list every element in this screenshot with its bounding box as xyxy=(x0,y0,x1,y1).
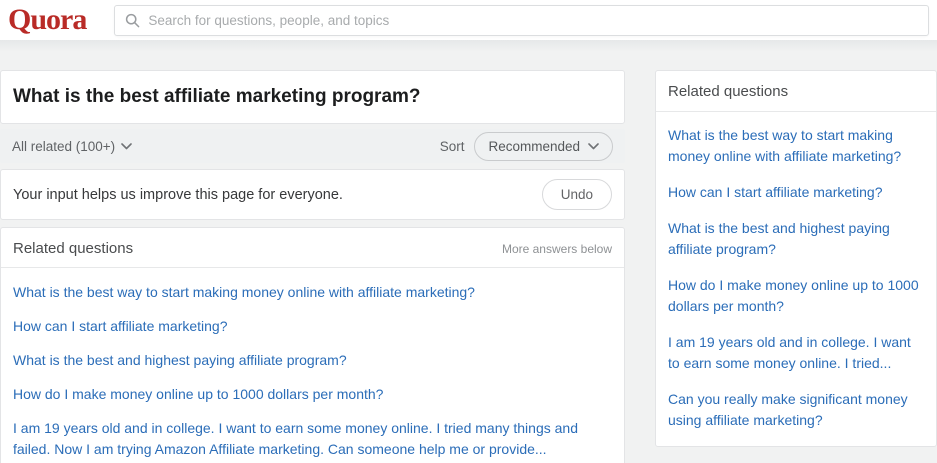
related-question-link[interactable]: I am 19 years old and in college. I want… xyxy=(13,418,612,460)
filter-bar: All related (100+) Sort Recommended xyxy=(0,129,625,163)
undo-button[interactable]: Undo xyxy=(541,179,612,210)
sort-value: Recommended xyxy=(488,138,580,154)
sidebar-question-link[interactable]: I am 19 years old and in college. I want… xyxy=(668,332,924,374)
quora-logo[interactable]: Quora xyxy=(8,3,87,37)
search-icon xyxy=(126,13,140,27)
top-header: Quora xyxy=(0,0,937,40)
sidebar-question-link[interactable]: How do I make money online up to 1000 do… xyxy=(668,275,924,317)
chevron-down-icon xyxy=(588,142,599,149)
question-title-card: What is the best affiliate marketing pro… xyxy=(0,70,625,124)
related-question-link[interactable]: How can I start affiliate marketing? xyxy=(13,316,612,337)
related-questions-card: Related questions More answers below Wha… xyxy=(0,227,625,463)
related-questions-list: What is the best way to start making mon… xyxy=(1,268,624,463)
sort-group: Sort Recommended xyxy=(439,131,613,161)
related-question-link[interactable]: What is the best and highest paying affi… xyxy=(13,350,612,371)
sidebar-related-header: Related questions xyxy=(656,71,936,112)
all-related-label: All related (100+) xyxy=(12,138,116,154)
related-questions-header: Related questions More answers below xyxy=(1,228,624,268)
sidebar: Related questions What is the best way t… xyxy=(655,70,937,447)
page-content: What is the best affiliate marketing pro… xyxy=(0,52,937,463)
sidebar-related-title: Related questions xyxy=(668,83,789,100)
search-bar[interactable] xyxy=(114,4,929,36)
page-title: What is the best affiliate marketing pro… xyxy=(13,86,421,107)
chevron-down-icon xyxy=(121,142,132,149)
related-question-link[interactable]: What is the best way to start making mon… xyxy=(13,282,612,303)
sidebar-question-link[interactable]: What is the best way to start making mon… xyxy=(668,125,924,167)
search-input[interactable] xyxy=(148,12,928,28)
sidebar-question-link[interactable]: What is the best and highest paying affi… xyxy=(668,218,924,260)
related-questions-title: Related questions xyxy=(13,240,134,257)
sidebar-related-card: Related questions What is the best way t… xyxy=(655,70,937,447)
main-column: What is the best affiliate marketing pro… xyxy=(0,70,625,463)
header-shadow xyxy=(0,40,937,52)
related-question-link[interactable]: How do I make money online up to 1000 do… xyxy=(13,384,612,405)
all-related-dropdown[interactable]: All related (100+) xyxy=(12,139,132,154)
feedback-banner: Your input helps us improve this page fo… xyxy=(0,169,625,220)
sort-dropdown[interactable]: Recommended xyxy=(474,131,613,161)
sort-label: Sort xyxy=(439,138,465,154)
more-answers-link[interactable]: More answers below xyxy=(502,242,612,256)
sidebar-question-link[interactable]: How can I start affiliate marketing? xyxy=(668,182,924,203)
feedback-message: Your input helps us improve this page fo… xyxy=(13,186,343,203)
sidebar-questions-list: What is the best way to start making mon… xyxy=(656,112,936,446)
sidebar-question-link[interactable]: Can you really make significant money us… xyxy=(668,389,924,431)
